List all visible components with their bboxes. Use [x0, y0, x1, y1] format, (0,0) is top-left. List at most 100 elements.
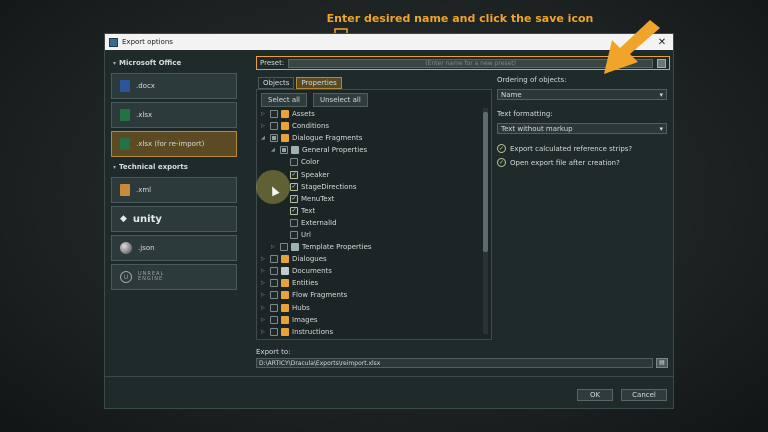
expand-arrow-icon[interactable]: ▷: [261, 123, 267, 129]
collapse-arrow-icon[interactable]: ▾: [113, 60, 116, 67]
export-format-button[interactable]: .xlsx: [111, 102, 237, 128]
browse-folder-icon[interactable]: ▤: [656, 358, 668, 368]
tree-row[interactable]: ▷ Images: [261, 314, 477, 326]
export-format-button[interactable]: U UNREAL ENGINE: [111, 264, 237, 290]
unselect-all-button[interactable]: Unselect all: [313, 93, 368, 107]
section-header[interactable]: ▾ Microsoft Office: [111, 56, 239, 70]
json-icon: [120, 242, 132, 254]
tree-checkbox[interactable]: ✓: [290, 194, 298, 203]
text-formatting-select[interactable]: Text without markup ▾: [497, 123, 667, 134]
tree-row[interactable]: ▷ Dialogues: [261, 253, 477, 265]
section-header[interactable]: ▾ Technical exports: [111, 160, 239, 174]
tree-checkbox[interactable]: [270, 134, 278, 143]
tree-row[interactable]: ▷ Conditions: [261, 120, 477, 132]
expand-arrow-icon[interactable]: ▷: [261, 305, 267, 311]
window-title: Export options: [122, 38, 173, 46]
expand-arrow-icon[interactable]: ▷: [261, 292, 267, 298]
tree-checkbox[interactable]: [270, 255, 278, 264]
tree-row[interactable]: ✓ StageDirections: [261, 181, 477, 193]
expand-arrow-icon[interactable]: ▷: [261, 329, 267, 335]
scrollbar-thumb[interactable]: [483, 112, 488, 252]
expand-arrow-icon[interactable]: ▷: [261, 111, 267, 117]
tree-row[interactable]: Url: [261, 229, 477, 241]
folder-icon: [281, 110, 289, 119]
tree-checkbox[interactable]: [290, 158, 298, 167]
tree-checkbox[interactable]: [270, 291, 278, 300]
checkmark-icon[interactable]: ✓: [497, 158, 506, 167]
export-options-dialog: Export options ✕ ▾ Microsoft Office .docx.…: [104, 33, 674, 409]
checkmark-icon[interactable]: ✓: [497, 144, 506, 153]
tree-checkbox[interactable]: ✓: [290, 182, 298, 191]
export-strips-option[interactable]: ✓ Export calculated reference strips?: [497, 144, 667, 153]
tree-checkbox[interactable]: ✓: [290, 170, 298, 179]
tree-item-label: Text: [301, 206, 316, 215]
export-format-button[interactable]: ◆ unity: [111, 206, 237, 232]
folder-icon: [281, 134, 289, 143]
tree-row[interactable]: ▷ Hubs: [261, 302, 477, 314]
tree-checkbox[interactable]: [270, 315, 278, 324]
properties-tree-panel: Select all Unselect all ▷ Assets ▷ Conditio…: [256, 89, 492, 340]
export-format-button[interactable]: .json: [111, 235, 237, 261]
tree-item-label: Dialogues: [292, 255, 327, 264]
tree-checkbox[interactable]: [280, 243, 288, 252]
tree-item-label: Speaker: [301, 170, 330, 179]
export-format-button[interactable]: .xml: [111, 177, 237, 203]
tree-row[interactable]: ▷ Documents: [261, 265, 477, 277]
tab-objects[interactable]: Objects: [258, 77, 295, 89]
tree-checkbox[interactable]: [270, 303, 278, 312]
tree-row[interactable]: ◢ Dialogue Fragments: [261, 132, 477, 144]
export-path-row: D:\ARTICY\Dracula\Exports\reimport.xlsx …: [256, 358, 668, 368]
tree-checkbox[interactable]: [290, 230, 298, 239]
export-path-input[interactable]: D:\ARTICY\Dracula\Exports\reimport.xlsx: [256, 358, 653, 368]
tree-checkbox[interactable]: [270, 279, 278, 288]
expand-arrow-icon[interactable]: ▷: [261, 268, 267, 274]
export-format-label: .xlsx: [136, 111, 153, 119]
export-format-button[interactable]: .docx: [111, 73, 237, 99]
folder-icon: [281, 315, 289, 324]
tree-item-label: General Properties: [302, 146, 368, 155]
text-formatting-label: Text formatting:: [497, 110, 553, 118]
title-bar: Export options ✕: [105, 34, 673, 50]
tree-checkbox[interactable]: [280, 146, 288, 155]
tree-row[interactable]: ▷ Entities: [261, 277, 477, 289]
tree-row[interactable]: ✓ Text: [261, 205, 477, 217]
expand-arrow-icon[interactable]: ▷: [261, 317, 267, 323]
folder-icon: [281, 255, 289, 264]
expand-arrow-icon[interactable]: ◢: [271, 147, 277, 153]
expand-arrow-icon[interactable]: ▷: [261, 280, 267, 286]
cancel-button[interactable]: Cancel: [621, 389, 667, 401]
tree-row[interactable]: Color: [261, 156, 477, 168]
export-format-label: UNREAL ENGINE: [138, 271, 165, 282]
tree-scrollbar[interactable]: [483, 108, 488, 334]
tree-checkbox[interactable]: [270, 110, 278, 119]
tree-row[interactable]: ◢ General Properties: [261, 144, 477, 156]
expand-arrow-icon[interactable]: ◢: [261, 135, 267, 141]
section-title: Microsoft Office: [119, 59, 182, 67]
expand-arrow-icon[interactable]: ▷: [271, 244, 277, 250]
export-to-label: Export to:: [256, 348, 291, 356]
tree-row[interactable]: ▷ Flow Fragments: [261, 289, 477, 301]
expand-arrow-icon[interactable]: ▷: [261, 256, 267, 262]
tree-checkbox[interactable]: [270, 122, 278, 131]
select-all-button[interactable]: Select all: [261, 93, 307, 107]
tree-checkbox[interactable]: ✓: [290, 206, 298, 215]
tree-row[interactable]: ✓ MenuText: [261, 193, 477, 205]
ordering-select[interactable]: Name ▾: [497, 89, 667, 100]
tree-checkbox[interactable]: [270, 267, 278, 276]
open-after-option[interactable]: ✓ Open export file after creation?: [497, 158, 667, 167]
tree-checkbox[interactable]: [270, 327, 278, 336]
tree-item-label: StageDirections: [301, 182, 357, 191]
collapse-arrow-icon[interactable]: ▾: [113, 164, 116, 171]
ok-button[interactable]: OK: [577, 389, 613, 401]
export-format-button[interactable]: .xlsx (for re-import): [111, 131, 237, 157]
folder-icon: [281, 122, 289, 131]
tree-item-label: MenuText: [301, 194, 335, 203]
excel-reimport-icon: [120, 138, 130, 150]
tree-checkbox[interactable]: [290, 218, 298, 227]
tree-row[interactable]: ✓ Speaker: [261, 168, 477, 180]
tree-row[interactable]: ▷ Template Properties: [261, 241, 477, 253]
tree-row[interactable]: ▷ Instructions: [261, 326, 477, 338]
tab-properties[interactable]: Properties: [296, 77, 342, 89]
tree-row[interactable]: ▷ Assets: [261, 108, 477, 120]
tree-row[interactable]: ExternalId: [261, 217, 477, 229]
